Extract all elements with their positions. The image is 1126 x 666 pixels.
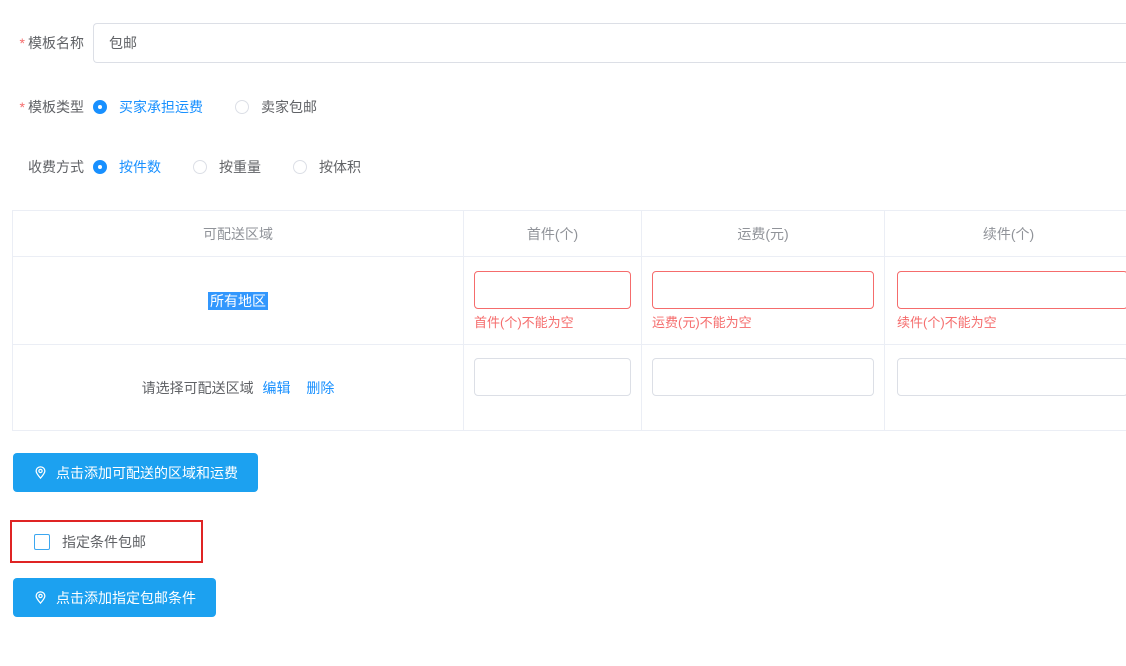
radio-label: 买家承担运费	[119, 97, 203, 117]
first-piece-cell: 首件(个)不能为空	[464, 257, 642, 345]
template-name-row: *模板名称	[0, 23, 1126, 63]
radio-by-weight[interactable]: 按重量	[193, 157, 261, 177]
radio-label: 按体积	[319, 157, 361, 177]
template-name-input[interactable]	[93, 23, 1126, 63]
location-pin-icon	[33, 590, 48, 605]
freight-cost-error: 运费(元)不能为空	[652, 315, 874, 330]
additional-piece-input[interactable]	[897, 358, 1126, 396]
template-name-label-text: 模板名称	[28, 35, 84, 51]
radio-buyer-pays-freight[interactable]: 买家承担运费	[93, 97, 203, 117]
freight-cost-input[interactable]	[652, 271, 874, 309]
radio-selected-icon	[93, 100, 107, 114]
charge-method-row: 收费方式 按件数 按重量 按体积	[0, 156, 393, 178]
freight-region-table: 可配送区域 首件(个) 运费(元) 续件(个) 所有地区 首件(个)不能为空 运…	[12, 210, 1126, 431]
first-piece-input[interactable]	[474, 271, 631, 309]
conditional-free-shipping-checkbox[interactable]	[34, 534, 50, 550]
radio-by-volume[interactable]: 按体积	[293, 157, 361, 177]
freight-cost-cell: 运费(元)不能为空	[642, 257, 885, 345]
radio-label: 卖家包邮	[261, 97, 317, 117]
charge-method-radio-group: 按件数 按重量 按体积	[93, 157, 393, 177]
conditional-free-shipping-box: 指定条件包邮	[10, 520, 203, 563]
template-type-radio-group: 买家承担运费 卖家包邮	[93, 97, 349, 117]
table-row-select-region: 请选择可配送区域 编辑 删除	[13, 345, 1126, 431]
additional-piece-cell: 续件(个)不能为空	[885, 257, 1126, 345]
charge-method-label: 收费方式	[0, 157, 84, 177]
freight-cost-cell	[642, 345, 885, 431]
all-regions-text[interactable]: 所有地区	[208, 292, 268, 310]
additional-piece-error: 续件(个)不能为空	[897, 315, 1126, 330]
region-cell: 所有地区	[13, 257, 464, 345]
add-region-freight-button[interactable]: 点击添加可配送的区域和运费	[13, 453, 258, 492]
region-cell: 请选择可配送区域 编辑 删除	[13, 345, 464, 431]
edit-region-link[interactable]: 编辑	[263, 380, 291, 396]
freight-cost-input[interactable]	[652, 358, 874, 396]
table-header-row: 可配送区域 首件(个) 运费(元) 续件(个)	[13, 211, 1126, 257]
table-row-all-regions: 所有地区 首件(个)不能为空 运费(元)不能为空 续件(个)不能为空	[13, 257, 1126, 345]
radio-selected-icon	[93, 160, 107, 174]
radio-label: 按件数	[119, 157, 161, 177]
charge-method-label-text: 收费方式	[28, 159, 84, 175]
radio-unselected-icon	[193, 160, 207, 174]
select-region-text: 请选择可配送区域	[142, 380, 254, 396]
template-type-row: *模板类型 买家承担运费 卖家包邮	[0, 96, 349, 118]
first-piece-input[interactable]	[474, 358, 631, 396]
add-region-button-label: 点击添加可配送的区域和运费	[56, 463, 238, 483]
delete-region-link[interactable]: 删除	[306, 380, 334, 396]
required-asterisk: *	[20, 99, 25, 115]
radio-unselected-icon	[235, 100, 249, 114]
header-additional-piece: 续件(个)	[885, 211, 1126, 257]
radio-by-piece[interactable]: 按件数	[93, 157, 161, 177]
first-piece-cell	[464, 345, 642, 431]
template-name-label: *模板名称	[0, 33, 84, 53]
additional-piece-cell	[885, 345, 1126, 431]
radio-unselected-icon	[293, 160, 307, 174]
first-piece-error: 首件(个)不能为空	[474, 315, 631, 330]
location-pin-icon	[33, 465, 48, 480]
shipping-template-form: *模板名称 *模板类型 买家承担运费 卖家包邮 收费方式 按件数 按重	[0, 0, 1126, 666]
add-condition-button-label: 点击添加指定包邮条件	[56, 588, 196, 608]
required-asterisk: *	[20, 35, 25, 51]
header-freight-cost: 运费(元)	[642, 211, 885, 257]
radio-label: 按重量	[219, 157, 261, 177]
header-first-piece: 首件(个)	[464, 211, 642, 257]
header-delivery-region: 可配送区域	[13, 211, 464, 257]
template-type-label: *模板类型	[0, 97, 84, 117]
conditional-free-shipping-label: 指定条件包邮	[62, 532, 146, 552]
template-type-label-text: 模板类型	[28, 99, 84, 115]
add-free-shipping-condition-button[interactable]: 点击添加指定包邮条件	[13, 578, 216, 617]
radio-seller-free-shipping[interactable]: 卖家包邮	[235, 97, 317, 117]
additional-piece-input[interactable]	[897, 271, 1126, 309]
